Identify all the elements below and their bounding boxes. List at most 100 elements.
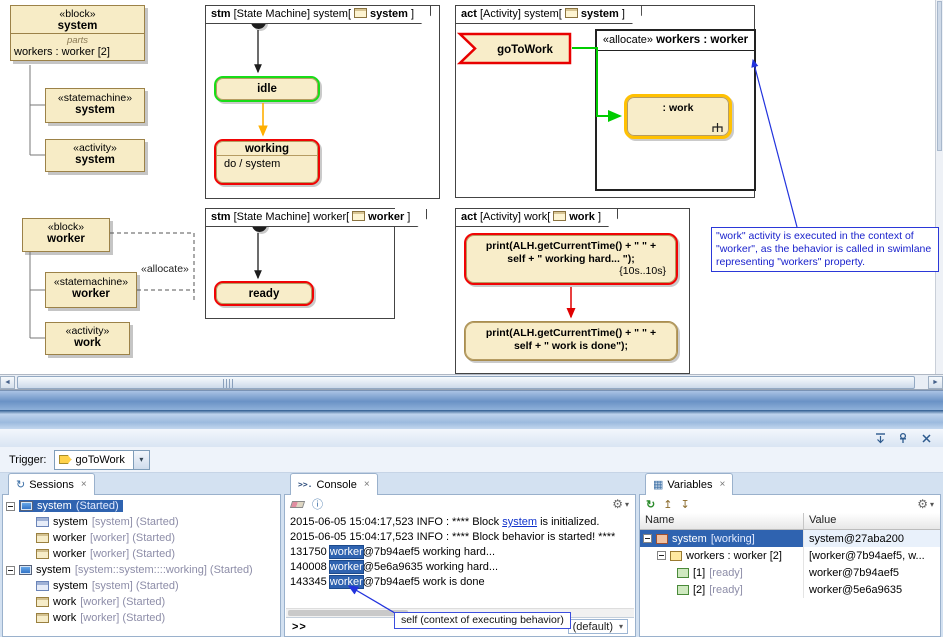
state-ready[interactable]: ready: [214, 281, 314, 306]
gear-icon[interactable]: ⚙: [917, 497, 928, 511]
session-row[interactable]: worker [worker] (Started): [6, 546, 280, 562]
signal-gotowork[interactable]: goToWork: [457, 31, 575, 67]
export-icon[interactable]: ↥: [663, 498, 672, 511]
splitter-bar[interactable]: [0, 390, 943, 410]
frame-kind: stm: [211, 8, 231, 20]
column-name[interactable]: Name: [640, 513, 804, 529]
console-options[interactable]: ⚙ ▾: [612, 497, 629, 511]
tab-console[interactable]: >>. Console ×: [290, 473, 378, 495]
variable-row[interactable]: workers : worker [2] [worker@7b94aef5, w…: [640, 547, 940, 564]
tab-close-icon[interactable]: ×: [364, 479, 370, 490]
session-row[interactable]: system [system] (Started): [6, 578, 280, 594]
note-text: "work" activity is executed in the conte…: [716, 230, 931, 268]
session-status: [worker] (Started): [80, 612, 165, 624]
frame-stm-system[interactable]: stm [State Machine] system[ system ] idle…: [205, 5, 440, 199]
behavior-icon: [36, 597, 49, 607]
rake-icon: [711, 123, 724, 133]
variable-value: system@27aba200: [804, 530, 940, 547]
sessions-tree: system (Started) system [system] (Starte…: [3, 495, 280, 626]
scroll-left-button[interactable]: ◄: [0, 376, 15, 389]
swimlane-header: «allocate» workers : worker: [597, 31, 754, 51]
expander-icon[interactable]: [643, 534, 652, 543]
expander-icon[interactable]: [6, 502, 15, 511]
console-line: 131750 worker@7b94aef5 working hard...: [290, 545, 630, 560]
dropdown-arrow-icon[interactable]: ▾: [133, 451, 149, 469]
tab-variables[interactable]: ▦ Variables ×: [645, 473, 733, 495]
state-idle[interactable]: idle: [214, 76, 320, 102]
sessions-panel: ↻ Sessions × system (Started) system [sy…: [2, 473, 281, 637]
frame-type: [State Machine] system[: [231, 8, 351, 20]
state-name: ready: [249, 288, 280, 300]
activity-icon: [565, 8, 578, 18]
action-print-working-hard[interactable]: print(ALH.getCurrentTime() + " " + self …: [464, 233, 678, 285]
statemachine-worker-element[interactable]: «statemachine» worker: [45, 272, 137, 308]
scrollbar-thumb[interactable]: [937, 1, 942, 151]
tab-close-icon[interactable]: ×: [81, 479, 87, 490]
restore-down-icon[interactable]: [873, 432, 887, 445]
variable-row[interactable]: [2] [ready] worker@5e6a9635: [640, 581, 940, 598]
session-name: worker: [53, 532, 86, 544]
refresh-icon[interactable]: ↻: [646, 498, 655, 511]
mode-value: (default): [573, 621, 613, 633]
close-icon[interactable]: [919, 432, 933, 445]
tab-sessions[interactable]: ↻ Sessions ×: [8, 473, 95, 495]
frame-header: act [Activity] work[work ]: [456, 209, 618, 227]
session-row[interactable]: system [system::system::::working] (Star…: [6, 562, 280, 578]
vertical-scrollbar[interactable]: [935, 0, 943, 374]
part-property-icon: [670, 551, 682, 561]
horizontal-scrollbar[interactable]: ◄ ►: [0, 374, 943, 390]
variables-panel: ▦ Variables × ↻ ↥ ↧ ⚙ ▾ Name Value: [639, 473, 941, 637]
session-row[interactable]: work [worker] (Started): [6, 594, 280, 610]
console-line: 2015-06-05 15:04:17,523 INFO : **** Bloc…: [290, 530, 630, 545]
tab-close-icon[interactable]: ×: [719, 479, 725, 490]
frame-bracket: ]: [408, 8, 414, 20]
sessions-icon: ↻: [16, 478, 25, 491]
clear-console-icon[interactable]: [290, 501, 305, 508]
state-working[interactable]: working do / system: [214, 139, 320, 185]
info-icon[interactable]: ⓘ: [312, 496, 323, 512]
trigger-dropdown[interactable]: goToWork ▾: [54, 450, 150, 470]
variable-value: worker@7b94aef5: [804, 564, 940, 581]
pin-icon[interactable]: [896, 432, 910, 445]
session-row[interactable]: work [worker] (Started): [6, 610, 280, 626]
frame-stm-worker[interactable]: stm [State Machine] worker[worker ] read…: [205, 208, 395, 319]
block-worker[interactable]: «block» worker: [22, 218, 110, 252]
swimlane-stereotype: «allocate»: [603, 34, 653, 46]
session-row[interactable]: system (Started): [6, 498, 280, 514]
expander-icon[interactable]: [6, 566, 15, 575]
block-system[interactable]: «block» system parts workers : worker [2…: [10, 5, 145, 61]
state-name: working: [245, 143, 289, 155]
frame-name: system: [370, 8, 408, 20]
element-link[interactable]: system: [502, 516, 537, 528]
block-instance-icon: [656, 534, 668, 544]
variable-row[interactable]: system [working] system@27aba200: [640, 530, 940, 547]
column-value[interactable]: Value: [804, 513, 940, 529]
comment-note[interactable]: "work" activity is executed in the conte…: [711, 227, 939, 272]
behavior-icon: [36, 549, 49, 559]
activity-system-element[interactable]: «activity» system: [45, 139, 145, 172]
variables-options[interactable]: ⚙ ▾: [917, 497, 934, 511]
action-work[interactable]: : work: [624, 94, 732, 139]
gear-icon[interactable]: ⚙: [612, 497, 623, 511]
action-print-work-done[interactable]: print(ALH.getCurrentTime() + " " + self …: [464, 321, 678, 361]
session-row[interactable]: system [system] (Started): [6, 514, 280, 530]
variable-state: [ready]: [709, 584, 743, 596]
session-name: system: [53, 580, 88, 592]
dropdown-arrow-icon: ▾: [930, 500, 934, 509]
frame-header: act [Activity] system[system ]: [456, 6, 642, 24]
session-row[interactable]: worker [worker] (Started): [6, 530, 280, 546]
console-mode-dropdown[interactable]: (default) ▾: [568, 619, 628, 634]
frame-kind: stm: [211, 211, 231, 223]
activity-work-element[interactable]: «activity» work: [45, 322, 130, 355]
swimlane-name: workers : worker: [656, 34, 748, 46]
expander-icon[interactable]: [657, 551, 666, 560]
scroll-right-button[interactable]: ►: [928, 376, 943, 389]
console-icon: >>.: [298, 480, 312, 489]
console-toolbar: ⓘ ⚙ ▾: [285, 495, 635, 513]
variable-row[interactable]: [1] [ready] worker@7b94aef5: [640, 564, 940, 581]
import-icon[interactable]: ↧: [680, 498, 689, 511]
scrollbar-thumb[interactable]: [17, 376, 915, 389]
statemachine-system-element[interactable]: «statemachine» system: [45, 88, 145, 123]
allocate-dependency-label: «allocate»: [140, 263, 190, 275]
frame-kind: act: [461, 211, 477, 223]
